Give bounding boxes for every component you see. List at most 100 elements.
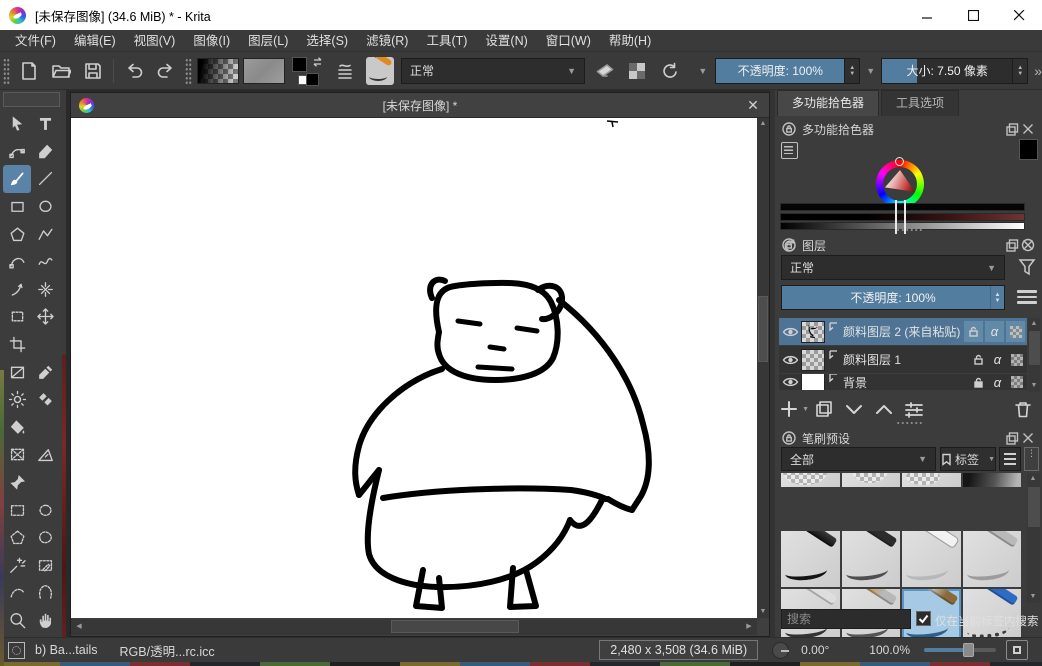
move-layer-down-icon[interactable]: [839, 396, 869, 422]
undo-icon[interactable]: [121, 58, 147, 84]
move-layer-up-icon[interactable]: [869, 396, 899, 422]
tab-advanced-color-selector[interactable]: 多功能拾色器: [777, 90, 879, 116]
layer-alpha-lock-icon[interactable]: [1006, 321, 1025, 342]
tool-crop-icon[interactable]: [3, 331, 31, 359]
canvas[interactable]: [71, 118, 757, 618]
layer-properties-icon[interactable]: [899, 396, 929, 422]
layer-lock-icon[interactable]: [970, 351, 987, 368]
layer-thumbnail[interactable]: [801, 374, 825, 390]
reload-preset-icon[interactable]: [656, 58, 682, 84]
brush-detail-toggle-icon[interactable]: [1024, 447, 1039, 471]
open-document-icon[interactable]: [48, 58, 74, 84]
brush-display-menu-icon[interactable]: [999, 447, 1021, 471]
tool-polygon-icon[interactable]: [3, 220, 31, 248]
layer-name[interactable]: 背景: [843, 374, 970, 390]
brush-preset-pen-gray[interactable]: [963, 531, 1022, 587]
lock-docker-icon[interactable]: [781, 430, 797, 446]
add-layer-icon[interactable]: ▼: [779, 396, 809, 422]
float-docker-icon[interactable]: [1004, 121, 1020, 137]
tag-button[interactable]: 标签 ▼: [940, 447, 996, 471]
layer-alpha-inherit-icon[interactable]: α: [989, 374, 1006, 390]
layer-lock-icon[interactable]: [964, 321, 983, 342]
current-color-swatch[interactable]: [1019, 139, 1038, 160]
minimize-button[interactable]: [904, 0, 950, 30]
layer-visibility-eye-icon[interactable]: [779, 326, 801, 338]
menu-item[interactable]: 视图(V): [125, 30, 185, 52]
tool-polygon-select-icon[interactable]: [3, 524, 31, 552]
layer-alpha-inherit-icon[interactable]: α: [985, 321, 1004, 342]
layer-alpha-lock-icon[interactable]: [1008, 374, 1025, 390]
tool-contiguous-select-icon[interactable]: [3, 552, 31, 580]
tool-bezier-curve-icon[interactable]: [3, 248, 31, 276]
chevron-down-icon[interactable]: ▼: [866, 66, 875, 76]
tool-fill-icon[interactable]: [3, 414, 31, 442]
subwindow-titlebar[interactable]: [未保存图像] * ✕: [71, 93, 769, 118]
menu-item[interactable]: 图层(L): [239, 30, 297, 52]
layer-visibility-eye-icon[interactable]: [779, 354, 801, 366]
tool-edit-shapes-icon[interactable]: [3, 138, 31, 166]
subwindow-close-icon[interactable]: ✕: [745, 97, 761, 113]
brush-settings-icon[interactable]: [334, 58, 360, 84]
tool-transform-select-icon[interactable]: [3, 110, 31, 138]
search-current-tag-checkbox[interactable]: [916, 611, 931, 626]
layer-name[interactable]: 颜料图层 2 (来自粘贴): [843, 323, 964, 340]
tool-polyline-icon[interactable]: [31, 220, 59, 248]
layer-row[interactable]: 颜料图层 1 α: [779, 346, 1027, 373]
chevron-down-icon[interactable]: ▼: [698, 66, 707, 76]
layer-filter-icon[interactable]: [1017, 256, 1037, 279]
tab-tool-options[interactable]: 工具选项: [881, 90, 959, 116]
image-size-label[interactable]: 2,480 x 3,508 (34.6 MiB): [599, 640, 758, 660]
close-docker-icon[interactable]: [1020, 121, 1036, 137]
brush-preset-eraser-soft[interactable]: [781, 473, 840, 487]
saturation-value-triangle[interactable]: [885, 170, 915, 198]
brush-preset-eraser-small[interactable]: [902, 473, 961, 487]
tool-ellipse-icon[interactable]: [31, 193, 59, 221]
layer-blending-mode-dropdown[interactable]: 正常 ▼: [781, 255, 1005, 280]
canvas-hscrollbar[interactable]: ◀ ▶: [71, 619, 757, 635]
menu-item[interactable]: 图像(I): [184, 30, 239, 52]
zoom-slider[interactable]: [924, 648, 996, 652]
close-docker-icon[interactable]: [1020, 237, 1036, 253]
eraser-mode-icon[interactable]: [592, 58, 618, 84]
toolbox-header[interactable]: [3, 92, 60, 107]
tool-ellipse-select-icon[interactable]: [31, 496, 59, 524]
menu-item[interactable]: 文件(F): [6, 30, 65, 52]
brush-preset-pen-white[interactable]: [902, 531, 961, 587]
tool-rectangle-icon[interactable]: [3, 193, 31, 221]
tool-freehand-select-icon[interactable]: [31, 524, 59, 552]
layer-options-menu-icon[interactable]: [1017, 287, 1037, 307]
tool-rect-select-icon[interactable]: [3, 496, 31, 524]
layer-lock-icon[interactable]: [970, 374, 987, 390]
menu-item[interactable]: 工具(T): [417, 30, 476, 52]
tool-color-sampler-icon[interactable]: [31, 358, 59, 386]
tool-pan-icon[interactable]: [31, 607, 59, 635]
tool-measure-icon[interactable]: [31, 441, 59, 469]
preserve-alpha-icon[interactable]: [624, 58, 650, 84]
brush-preset-pen-ink2[interactable]: [842, 531, 901, 587]
save-icon[interactable]: [80, 58, 106, 84]
tool-reference-images-icon[interactable]: [3, 469, 31, 497]
layer-alpha-inherit-icon[interactable]: α: [989, 351, 1006, 368]
brush-preset-eraser-ring[interactable]: [842, 473, 901, 487]
tool-transform-icon[interactable]: [3, 303, 31, 331]
layer-name[interactable]: 颜料图层 1: [843, 351, 970, 368]
layer-list-scrollbar[interactable]: ▲ ▼: [1028, 318, 1041, 392]
brush-preset-airbrush[interactable]: [963, 473, 1022, 487]
menu-item[interactable]: 选择(S): [297, 30, 357, 52]
layer-opacity-slider[interactable]: 不透明度: 100% ▲▼: [781, 285, 1005, 310]
toolbar-grip[interactable]: [185, 58, 192, 84]
gradient-chooser[interactable]: [197, 58, 239, 84]
tool-assistants-icon[interactable]: [3, 441, 31, 469]
toolbar-grip[interactable]: [3, 58, 10, 84]
tool-magnetic-select-icon[interactable]: [31, 579, 59, 607]
tool-zoom-icon[interactable]: [3, 607, 31, 635]
brush-preset-pen-ink[interactable]: [781, 531, 840, 587]
brush-size-spinner[interactable]: ▲▼: [1013, 58, 1028, 84]
fit-page-button[interactable]: [1006, 640, 1028, 660]
brush-grid-scrollbar[interactable]: ▲ ▼: [1027, 473, 1041, 603]
toolbar-overflow-icon[interactable]: »: [1034, 63, 1042, 79]
tool-line-icon[interactable]: [31, 165, 59, 193]
redo-icon[interactable]: [153, 58, 179, 84]
blending-mode-dropdown[interactable]: 正常 ▼: [401, 58, 585, 84]
layer-alpha-lock-icon[interactable]: [1008, 351, 1025, 368]
